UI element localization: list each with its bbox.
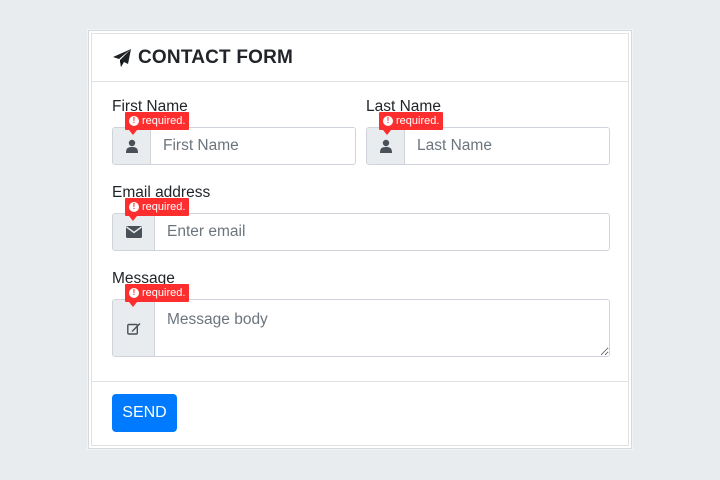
send-button[interactable]: SEND	[112, 394, 177, 432]
first-name-error-text: required.	[142, 115, 186, 127]
contact-form-card: CONTACT FORM First Name ! required. Last…	[88, 30, 632, 449]
last-name-error-text: required.	[396, 115, 440, 127]
card-footer: SEND	[92, 381, 628, 445]
card-header: CONTACT FORM	[92, 34, 628, 82]
email-error-text: required.	[142, 201, 186, 213]
paper-plane-icon	[112, 48, 132, 68]
last-name-error-badge: ! required.	[379, 112, 444, 135]
first-name-input[interactable]	[151, 128, 355, 164]
message-error-text: required.	[142, 287, 186, 299]
card-body: CONTACT FORM First Name ! required. Last…	[91, 33, 629, 446]
first-name-input-group	[112, 127, 356, 165]
last-name-input[interactable]	[405, 128, 609, 164]
message-textarea[interactable]	[155, 300, 609, 356]
message-input-group	[112, 299, 610, 357]
alert-icon: !	[129, 116, 139, 126]
first-name-error-badge: ! required.	[125, 112, 190, 135]
message-error-badge: ! required.	[125, 284, 190, 307]
email-error-badge: ! required.	[125, 198, 190, 221]
email-input[interactable]	[155, 214, 609, 250]
edit-icon	[113, 300, 155, 356]
alert-icon: !	[129, 202, 139, 212]
alert-icon: !	[383, 116, 393, 126]
email-input-group	[112, 213, 610, 251]
form-title: CONTACT FORM	[138, 46, 294, 68]
last-name-input-group	[366, 127, 610, 165]
alert-icon: !	[129, 288, 139, 298]
